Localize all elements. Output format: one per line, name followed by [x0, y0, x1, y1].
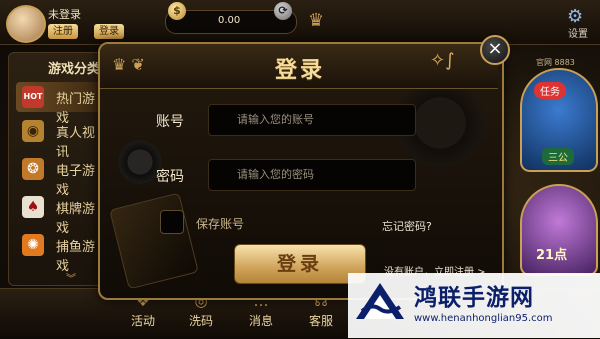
brand-logo-icon: ♛	[308, 10, 325, 31]
password-label: 密码	[156, 169, 184, 185]
password-input[interactable]	[208, 159, 416, 191]
refresh-icon[interactable]: ⟳	[274, 2, 292, 20]
register-button[interactable]: 注册	[48, 24, 78, 39]
sidebar-item-live[interactable]: ◉ 真人视讯	[16, 116, 106, 160]
watermark-url: www.henanhonglian95.com	[414, 313, 553, 324]
task-badge: 任务	[534, 82, 566, 99]
login-submit-button[interactable]: 登录	[234, 244, 366, 284]
sidebar-item-slots[interactable]: ❂ 电子游戏	[16, 154, 106, 198]
hot-icon: HOT	[22, 86, 44, 108]
cards-icon: ♠	[22, 196, 44, 218]
settings-label[interactable]: 设置	[568, 25, 588, 40]
sidebar-item-hot[interactable]: HOT 热门游戏	[16, 82, 106, 126]
close-icon[interactable]: ×	[480, 35, 510, 65]
header-login-button[interactable]: 登录	[94, 24, 124, 39]
blackjack-label: 21点	[536, 248, 568, 263]
chevron-down-icon[interactable]: ︾	[66, 270, 76, 285]
remember-label[interactable]: 保存账号	[196, 215, 244, 232]
top-bar	[0, 0, 600, 45]
account-input[interactable]	[208, 104, 416, 136]
forgot-password-link[interactable]: 忘记密码?	[382, 218, 432, 234]
remember-checkbox[interactable]	[160, 210, 184, 234]
sidebar-title: 游戏分类	[48, 62, 101, 77]
promo-task-card[interactable]: 任务 三公	[520, 68, 598, 172]
nav-label: 客服	[308, 314, 333, 328]
nav-label: 消息	[248, 314, 273, 328]
balance-value: 0.00	[218, 15, 241, 26]
coin-icon: $	[168, 2, 186, 20]
dialog-title: 登录	[274, 58, 325, 83]
nav-label: 洗码	[188, 314, 213, 328]
avatar[interactable]	[6, 5, 46, 43]
slot-icon: ❂	[22, 158, 44, 180]
promo-blackjack-card[interactable]: 21点	[520, 184, 598, 276]
username-label: 未登录	[48, 8, 81, 21]
gear-icon[interactable]: ⚙	[567, 6, 583, 27]
fish-icon: ✺	[22, 234, 44, 256]
account-label: 账号	[156, 114, 184, 130]
watermark-title: 鸿联手游网	[414, 285, 534, 311]
sanguo-label: 三公	[542, 148, 574, 165]
corner-text: 官网 8883	[536, 58, 575, 67]
brand-logo-icon: ♛ ❦	[112, 55, 145, 74]
sidebar-item-fishing[interactable]: ✺ 捕鱼游戏	[16, 230, 106, 274]
dragon-ornament-icon: ✧∫	[430, 50, 455, 71]
watermark-logo-icon	[356, 283, 404, 319]
sidebar-item-cards[interactable]: ♠ 棋牌游戏	[16, 192, 106, 236]
nav-label: 活动	[130, 314, 155, 328]
live-icon: ◉	[22, 120, 44, 142]
